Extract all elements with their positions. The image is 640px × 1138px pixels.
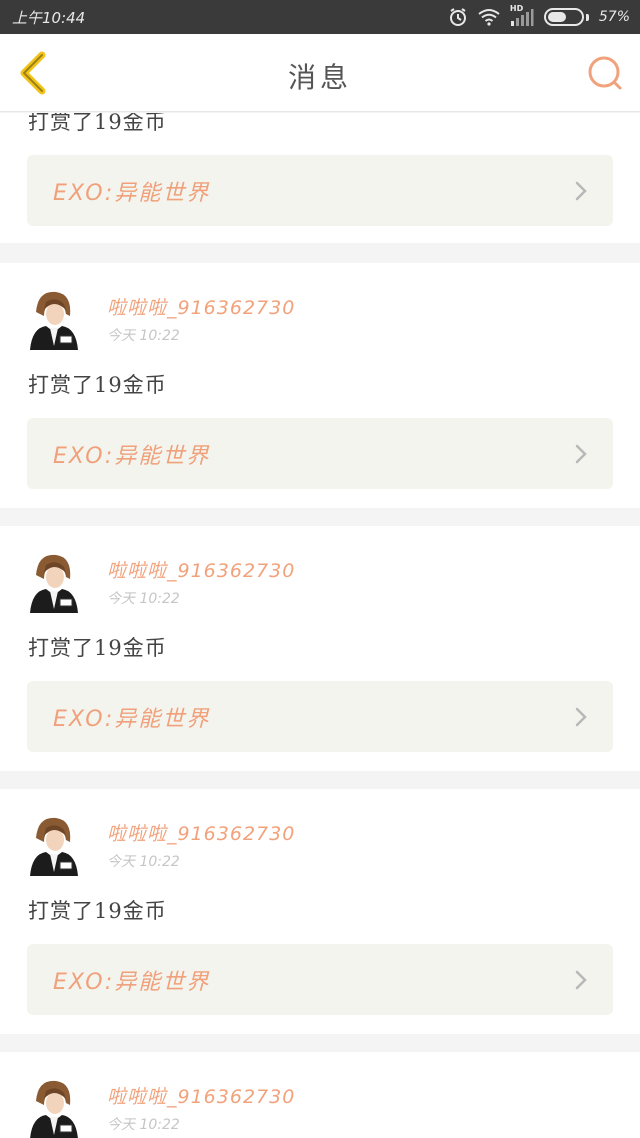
book-title: EXO:异能世界 [53, 444, 211, 469]
message-text: 打赏了19金币 [28, 899, 167, 923]
book-link[interactable]: EXO:异能世界 [27, 418, 613, 489]
avatar[interactable] [26, 551, 80, 613]
avatar[interactable] [26, 1077, 80, 1138]
book-link[interactable]: EXO:异能世界 [27, 681, 613, 752]
message-card: 啦啦啦_916362730 今天 10:22 打赏了19金币 EXO:异能世界 [0, 526, 640, 771]
username[interactable]: 啦啦啦_916362730 [107, 556, 295, 583]
chevron-right-icon [575, 707, 587, 727]
book-link[interactable]: EXO:异能世界 [27, 944, 613, 1015]
wifi-icon [478, 9, 500, 26]
timestamp: 今天 10:22 [107, 854, 180, 870]
alarm-icon [449, 8, 466, 26]
battery-tip [585, 13, 589, 21]
message-card: 啦啦啦_916362730 今天 10:22 打赏了19金币 EXO:异能世界 [0, 263, 640, 508]
app-header: 消息 [0, 34, 640, 112]
status-time: 上午10:44 [12, 9, 86, 27]
message-list[interactable]: 打赏了19金币 EXO:异能世界 啦啦啦_916362730 今天 10:22 … [0, 113, 640, 1138]
timestamp: 今天 10:22 [107, 328, 180, 344]
page-title: 消息 [287, 61, 352, 94]
username[interactable]: 啦啦啦_916362730 [107, 1082, 295, 1109]
message-card: 啦啦啦_916362730 今天 10:22 打赏了19金币 EXO:异能世界 [0, 789, 640, 1034]
username[interactable]: 啦啦啦_916362730 [107, 819, 295, 846]
battery-icon [543, 8, 584, 26]
message-card: 啦啦啦_916362730 今天 10:22 [0, 1052, 640, 1138]
book-title: EXO:异能世界 [53, 181, 211, 206]
battery-percent: 57% [598, 9, 630, 25]
username[interactable]: 啦啦啦_916362730 [107, 293, 295, 320]
message-text: 打赏了19金币 [28, 636, 167, 660]
battery-fill [547, 12, 566, 22]
status-bar: 上午10:44 HD 57% [0, 0, 640, 34]
avatar[interactable] [26, 814, 80, 876]
message-card: 打赏了19金币 EXO:异能世界 [0, 113, 640, 243]
message-text: 打赏了19金币 [28, 373, 167, 397]
avatar[interactable] [26, 288, 80, 350]
timestamp: 今天 10:22 [107, 1117, 180, 1133]
signal-icon: HD [510, 4, 534, 27]
status-icons: HD 57% [448, 0, 630, 34]
book-title: EXO:异能世界 [53, 970, 211, 995]
chevron-right-icon [575, 444, 587, 464]
book-title: EXO:异能世界 [53, 707, 211, 732]
chevron-right-icon [575, 181, 587, 201]
search-icon[interactable] [586, 54, 624, 92]
timestamp: 今天 10:22 [107, 591, 180, 607]
book-link[interactable]: EXO:异能世界 [27, 155, 613, 226]
chevron-right-icon [575, 970, 587, 990]
message-text: 打赏了19金币 [28, 113, 167, 134]
